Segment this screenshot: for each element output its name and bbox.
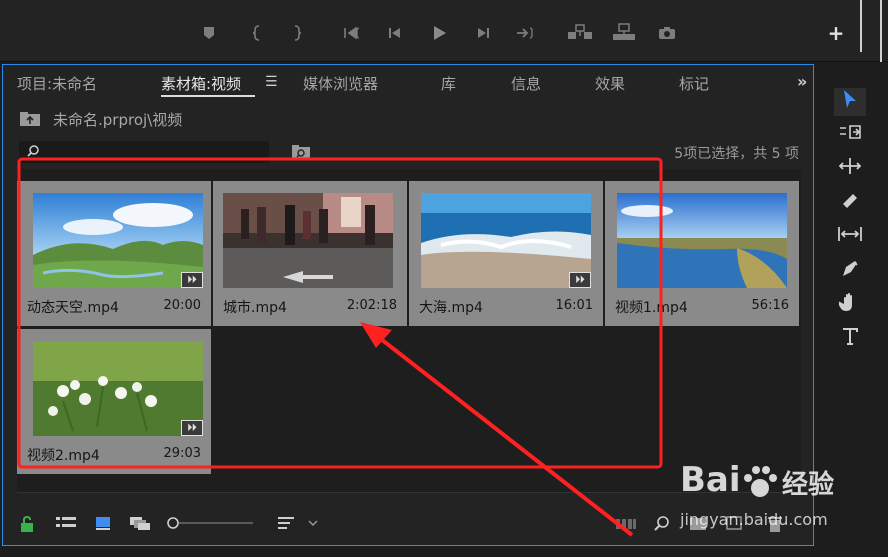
tab-media-browser[interactable]: 媒体浏览器 [303,73,378,93]
watermark: Bai 经验 jingyan.baidu.com [680,460,880,540]
active-tab-indicator [161,95,255,97]
audio-video-badge-icon: ⏵⏵ [181,272,203,288]
clip-thumbnail: ⏵⏵ [33,193,203,288]
hand-icon[interactable] [834,292,866,320]
sort-icon[interactable] [277,515,319,533]
clip-thumbnail: ⏵⏵ [33,341,203,436]
watermark-brand-suffix: 经验 [782,470,835,500]
watermark-url: jingyan.baidu.com [680,510,828,529]
clip-thumbnail: ⏵⏵ [421,193,591,288]
clip-tile[interactable]: ⏵⏵ 大海.mp4 16:01 [409,181,603,326]
clip-name: 视频2.mp4 [27,448,100,464]
tab-info[interactable]: 信息 [511,73,541,93]
clip-tile[interactable]: 视频1.mp4 56:16 [605,181,799,326]
clip-duration: 20:00 [163,298,201,313]
tab-project[interactable]: 项目:未命名 [17,73,97,93]
audio-video-badge-icon: ⏵⏵ [181,420,203,436]
tab-bin-video[interactable]: 素材箱:视频 [161,73,241,93]
tools-panel [828,80,874,360]
list-view-icon[interactable] [55,515,77,533]
clip-tile[interactable]: ⏵⏵ 动态天空.mp4 20:00 [17,181,211,326]
clip-duration: 2:02:18 [346,298,397,313]
camera-icon[interactable] [656,22,678,44]
clip-thumbnail [617,193,787,288]
mark-out-icon[interactable] [286,22,308,44]
step-back-icon[interactable] [384,22,406,44]
watermark-brand: Bai [680,460,741,500]
bin-path: 未命名.prproj\视频 [53,111,183,129]
pen-icon[interactable] [834,258,866,286]
clip-name: 动态天空.mp4 [27,300,119,316]
selection-tool-icon[interactable] [834,88,866,116]
parent-folder-icon[interactable] [19,111,41,127]
mark-in-icon[interactable] [246,22,268,44]
clip-duration: 56:16 [751,298,789,313]
go-to-in-icon[interactable] [340,22,362,44]
clip-duration: 16:01 [555,298,593,313]
clip-tile[interactable]: 城市.mp4 2:02:18 [213,181,407,326]
transport-bar: + [0,0,888,62]
audio-video-badge-icon: ⏵⏵ [569,272,591,288]
tab-libraries[interactable]: 库 [441,73,456,93]
more-tabs-icon[interactable]: » [797,72,807,91]
premiere-workspace: + 项目:未命名 素材箱:视频 ☰ 媒体浏览器 库 信息 效果 标记 » 未命名… [0,0,888,557]
slip-icon[interactable] [834,224,866,252]
clip-duration: 29:03 [163,446,201,461]
type-icon[interactable] [834,326,866,354]
automate-to-sequence-icon[interactable] [615,515,637,533]
panel-tab-bar: 项目:未命名 素材箱:视频 ☰ 媒体浏览器 库 信息 效果 标记 » [3,65,813,99]
search-box[interactable] [19,141,269,163]
go-to-out-icon[interactable] [514,22,536,44]
tab-markers[interactable]: 标记 [679,73,709,93]
panel-divider [880,0,882,62]
add-button[interactable]: + [826,22,846,44]
find-icon[interactable] [291,144,311,160]
clip-name: 城市.mp4 [223,300,287,316]
search-icon [26,144,40,162]
zoom-slider[interactable] [167,515,255,533]
track-select-icon[interactable] [834,122,866,150]
clip-tile[interactable]: ⏵⏵ 视频2.mp4 29:03 [17,329,211,474]
insert-icon[interactable] [566,22,594,44]
freeform-view-icon[interactable] [129,515,153,533]
clip-thumbnail [223,193,393,288]
overwrite-icon[interactable] [610,22,638,44]
search-row: 5项已选择，共 5 项 [3,139,813,165]
clip-name: 大海.mp4 [419,300,483,316]
marker-icon[interactable] [198,22,220,44]
razor-icon[interactable] [834,190,866,218]
hamburger-menu-icon[interactable]: ☰ [265,74,278,90]
find-search-icon[interactable] [653,515,671,533]
paw-logo-icon [740,462,780,502]
selection-status: 5项已选择，共 5 项 [674,146,799,162]
bin-icon-grid: ⏵⏵ 动态天空.mp4 20:00 城市.mp4 2:02:18 ⏵⏵ 大海.m… [17,169,801,493]
ripple-edit-icon[interactable] [834,156,866,184]
lock-icon[interactable] [19,515,35,533]
icon-view-icon[interactable] [95,515,111,533]
panel-divider [860,0,862,52]
step-forward-icon[interactable] [472,22,494,44]
play-icon[interactable] [428,22,450,44]
tab-effects[interactable]: 效果 [595,73,625,93]
search-input[interactable] [44,144,264,160]
bin-path-bar: 未命名.prproj\视频 [3,99,813,135]
clip-name: 视频1.mp4 [615,300,688,316]
